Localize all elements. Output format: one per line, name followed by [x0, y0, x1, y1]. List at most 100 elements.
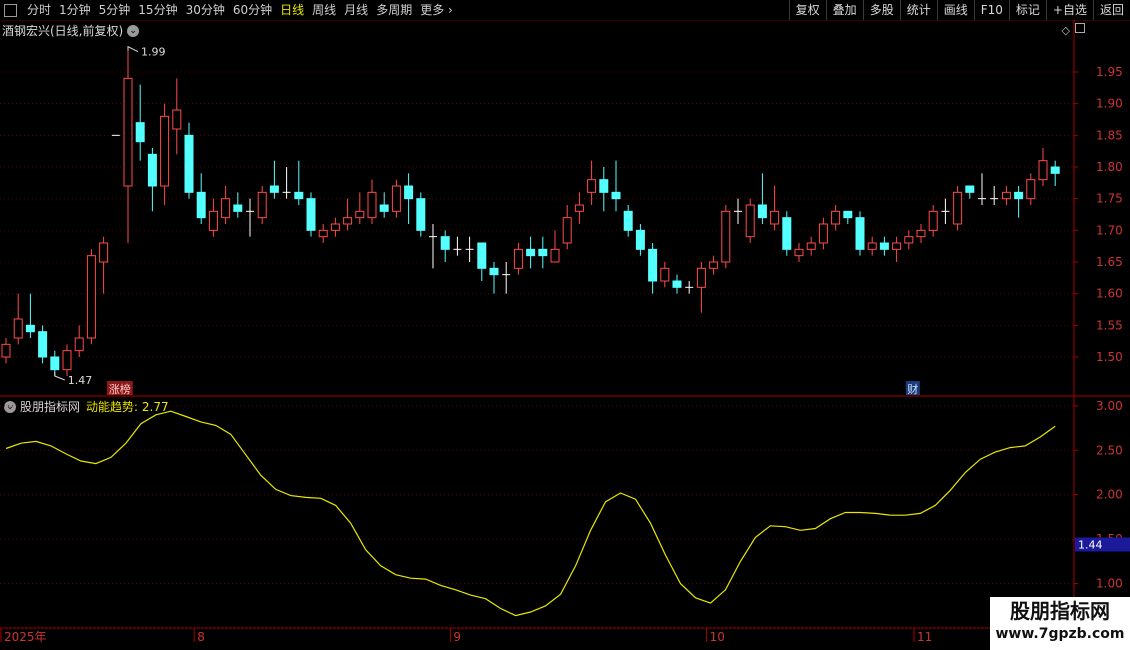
candle-body [770, 210, 780, 225]
time-axis-label: 11 [917, 630, 932, 644]
candle-body [904, 236, 914, 244]
price-tick-label: 1.50 [1096, 350, 1123, 364]
candle-body [1026, 179, 1036, 200]
candle-body [379, 204, 389, 212]
price-tick-label: 1.70 [1096, 223, 1123, 237]
candle-body [135, 122, 145, 143]
candle-body [672, 280, 682, 288]
candle-body [623, 210, 633, 231]
candle-body [318, 229, 328, 238]
candle-body [477, 242, 487, 269]
candle-body [38, 331, 48, 358]
time-axis-label: 8 [197, 630, 205, 644]
candle-body [74, 337, 84, 352]
watermark: 股朋指标网 www.7gpzb.com [990, 597, 1130, 650]
candle-body [306, 198, 316, 231]
candle-body [86, 255, 96, 339]
candle-body [611, 191, 621, 200]
candle-body [599, 179, 609, 193]
candle-body [1, 343, 11, 358]
candle-body [440, 236, 450, 250]
price-tick-label: 1.95 [1096, 65, 1123, 79]
candle-body [330, 223, 340, 231]
indicator-line [5, 410, 1056, 617]
candle-body [391, 185, 401, 212]
candle-body [25, 324, 35, 333]
candle-body [818, 223, 828, 244]
candle-body [574, 204, 584, 212]
high-label: 1.99 [141, 46, 166, 59]
price-tick-label: 1.90 [1096, 97, 1123, 111]
indicator-tick-label: 2.00 [1096, 488, 1123, 502]
candle-body [208, 210, 218, 231]
candle-body [123, 77, 133, 187]
low-label: 1.47 [68, 374, 93, 387]
chart-canvas[interactable]: 1.95 1.90 1.85 1.80 1.75 1.70 1.65 1.60 1.55 1.50… [0, 0, 1130, 650]
price-tick-label: 1.80 [1096, 160, 1123, 174]
candle-body [843, 210, 853, 219]
low-label-pointer [54, 372, 65, 381]
candle-body [489, 267, 499, 276]
indicator-tick-label: 2.50 [1096, 443, 1123, 457]
candle-body [953, 191, 963, 225]
candle-body [587, 179, 597, 193]
candle-body [696, 267, 706, 288]
candle-body [184, 134, 194, 193]
candle-body [50, 356, 60, 371]
candle-body [648, 248, 658, 282]
price-tick-label: 1.55 [1096, 318, 1123, 332]
candle-body [892, 242, 902, 250]
candle-body [13, 318, 23, 339]
candle-body [635, 229, 645, 250]
candle-body [867, 242, 877, 250]
candle-body [721, 210, 731, 263]
time-axis-label: 2025年 [4, 630, 47, 644]
price-tick-label: 1.75 [1096, 192, 1123, 206]
candle-body [416, 198, 426, 231]
candle-body [1050, 166, 1060, 174]
candle-body [550, 248, 560, 263]
candle-body [257, 191, 267, 219]
candle-body [355, 210, 365, 219]
candle-body [928, 210, 938, 231]
candle-body [1001, 191, 1011, 200]
candle-body [526, 248, 536, 257]
candle-body [343, 217, 353, 225]
candle-body [562, 217, 572, 244]
indicator-tick-label: 1.00 [1096, 577, 1123, 591]
candle-body [965, 185, 975, 193]
candle-body [404, 185, 414, 200]
time-axis-label: 10 [710, 630, 725, 644]
indicator-current-value: 1.44 [1078, 538, 1103, 551]
candle-body [745, 204, 755, 238]
candle-body [367, 191, 377, 219]
candle-body [806, 242, 816, 250]
price-tick-label: 1.65 [1096, 255, 1123, 269]
candle-body [879, 242, 889, 250]
indicator-tick-label: 3.00 [1096, 399, 1123, 413]
candle-body [794, 248, 804, 257]
candle-body [660, 267, 670, 282]
candle-body [147, 153, 157, 187]
watermark-name: 股朋指标网 [1010, 599, 1110, 623]
candle-body [1038, 160, 1048, 181]
candle-body [160, 115, 170, 187]
candle-body [269, 185, 279, 193]
high-label-pointer [127, 45, 139, 53]
candle-body [1014, 191, 1024, 200]
candle-body [513, 248, 523, 269]
time-axis-label: 9 [453, 630, 461, 644]
candle-body [757, 204, 767, 219]
candle-body [172, 109, 182, 130]
candle-body [831, 210, 841, 225]
watermark-url: www.7gpzb.com [995, 626, 1125, 642]
candle-body [538, 248, 548, 257]
candle-body [782, 217, 792, 250]
event-marker-label: 涨榜 [109, 382, 131, 396]
candle-body [855, 217, 865, 250]
candle-body [62, 350, 72, 371]
candle-body [709, 261, 719, 269]
event-marker-label: 财 [907, 382, 918, 396]
price-tick-label: 1.60 [1096, 287, 1123, 301]
price-tick-label: 1.85 [1096, 128, 1123, 142]
